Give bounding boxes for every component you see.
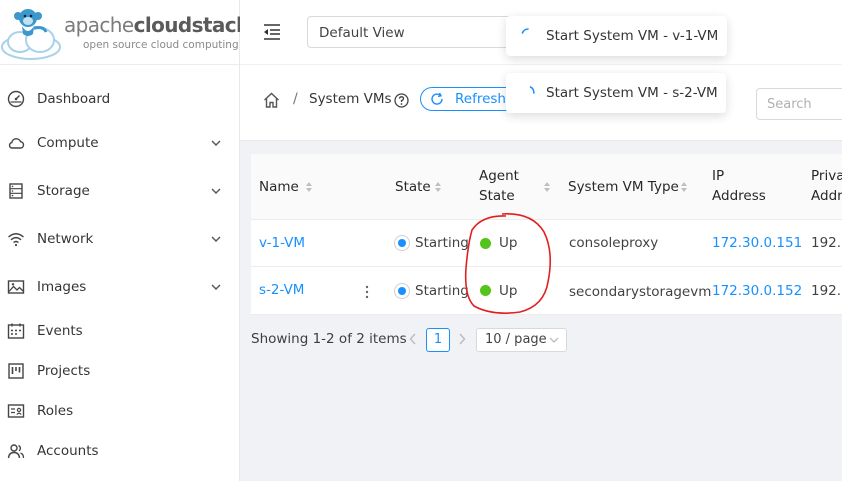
column-header-agent-state-line2: State xyxy=(479,188,515,204)
row-divider xyxy=(251,219,842,220)
ip-address-link[interactable]: 172.30.0.151 xyxy=(712,235,802,251)
sidebar-item-label: Network xyxy=(37,231,94,247)
project-icon xyxy=(8,363,24,379)
sidebar: apachecloudstack™ open source cloud comp… xyxy=(0,0,257,481)
sort-icon[interactable] xyxy=(434,181,442,193)
agent-state: Up xyxy=(499,283,518,299)
home-icon[interactable] xyxy=(263,92,280,109)
reload-icon xyxy=(431,92,443,105)
database-icon xyxy=(9,183,23,199)
column-header-ip-address[interactable]: IP Address xyxy=(712,166,766,206)
chevron-down-icon xyxy=(211,140,221,146)
next-page-icon[interactable] xyxy=(458,333,466,345)
pagination-summary: Showing 1-2 of 2 items xyxy=(251,331,407,347)
notification-toast[interactable]: Start System VM - s-2-VM xyxy=(506,73,726,113)
sort-icon[interactable] xyxy=(680,181,688,193)
chevron-down-icon xyxy=(211,284,221,290)
private-ip: 192.1 xyxy=(811,235,842,251)
row-divider xyxy=(251,266,842,267)
sidebar-item-label: Compute xyxy=(37,135,99,151)
vm-name-link[interactable]: s-2-VM xyxy=(259,282,304,298)
sidebar-item-compute[interactable]: Compute xyxy=(0,123,239,163)
loading-icon xyxy=(529,86,535,94)
column-header-ip-address-line1: IP xyxy=(712,168,725,184)
system-vm-type: secondarystoragevm xyxy=(569,284,712,300)
dashboard-icon xyxy=(7,90,25,108)
wifi-icon xyxy=(8,233,24,247)
column-header-agent-state[interactable]: Agent State xyxy=(479,166,519,206)
page-size-value: 10 / page xyxy=(485,332,547,347)
logo-wordmark: apachecloudstack™ xyxy=(64,13,257,37)
chevron-down-icon xyxy=(211,236,221,242)
sort-icon[interactable] xyxy=(543,181,551,193)
notification-text: Start System VM - s-2-VM xyxy=(546,85,718,101)
status-up-dot xyxy=(480,238,491,249)
page-number-current[interactable]: 1 xyxy=(426,328,450,352)
sidebar-item-label: Projects xyxy=(37,363,91,379)
schedule-icon xyxy=(7,323,25,339)
sidebar-item-label: Events xyxy=(37,323,83,339)
loading-icon xyxy=(521,28,529,34)
sidebar-item-label: Accounts xyxy=(37,443,99,459)
state-indicator xyxy=(394,283,410,299)
logo-tagline: open source cloud computing xyxy=(83,39,239,51)
chevron-down-icon xyxy=(549,337,559,343)
column-header-private-ip-line2: Addre xyxy=(811,188,842,204)
row-divider xyxy=(251,314,842,315)
picture-icon xyxy=(7,280,25,294)
vm-state: Starting xyxy=(415,283,469,299)
private-ip: 192.1 xyxy=(811,283,842,299)
system-vm-type: consoleproxy xyxy=(569,235,659,251)
question-circle-icon[interactable] xyxy=(394,93,409,108)
column-header-state[interactable]: State xyxy=(395,177,431,197)
sidebar-item-label: Images xyxy=(37,279,87,295)
sidebar-item-projects[interactable]: Projects xyxy=(0,351,239,391)
logo-wordmark-part1: apache xyxy=(64,13,134,37)
page-size-select[interactable]: 10 / page xyxy=(476,328,567,352)
sidebar-item-dashboard[interactable]: Dashboard xyxy=(0,79,239,119)
column-header-private-ip[interactable]: Privat Addre xyxy=(811,166,842,206)
ip-address-link[interactable]: 172.30.0.152 xyxy=(712,283,802,299)
logo-wordmark-part2: cloudstack xyxy=(133,13,250,37)
sidebar-item-images[interactable]: Images xyxy=(0,267,239,307)
agent-state: Up xyxy=(499,235,518,251)
sidebar-item-storage[interactable]: Storage xyxy=(0,171,239,211)
more-actions-icon[interactable] xyxy=(365,285,369,299)
notification-toast[interactable]: Start System VM - v-1-VM xyxy=(506,16,727,56)
search-input[interactable] xyxy=(756,88,842,120)
logo[interactable]: apachecloudstack™ open source cloud comp… xyxy=(0,0,257,64)
sidebar-item-label: Storage xyxy=(37,183,90,199)
column-header-private-ip-line1: Privat xyxy=(811,168,842,184)
breadcrumb-current: System VMs xyxy=(309,91,392,107)
column-header-ip-address-line2: Address xyxy=(712,188,766,204)
sidebar-item-events[interactable]: Events xyxy=(0,311,239,351)
project-view-select[interactable]: Default View xyxy=(307,16,517,48)
column-header-name[interactable]: Name xyxy=(259,177,299,197)
team-icon xyxy=(7,444,25,459)
logo-mascot-icon xyxy=(1,9,61,60)
state-indicator xyxy=(394,235,410,251)
breadcrumb-separator: / xyxy=(293,91,298,107)
chevron-down-icon xyxy=(211,188,221,194)
prev-page-icon[interactable] xyxy=(409,333,417,345)
vm-name-link[interactable]: v-1-VM xyxy=(259,235,305,251)
logo-divider xyxy=(0,64,239,65)
sidebar-item-network[interactable]: Network xyxy=(0,219,239,259)
menu-fold-icon[interactable] xyxy=(262,23,282,41)
notification-text: Start System VM - v-1-VM xyxy=(546,28,719,44)
system-vms-table: Name State Agent State System VM Type IP… xyxy=(251,154,842,315)
sidebar-item-roles[interactable]: Roles xyxy=(0,391,239,431)
status-up-dot xyxy=(480,285,491,296)
sort-icon[interactable] xyxy=(305,181,313,193)
sidebar-item-accounts[interactable]: Accounts xyxy=(0,431,239,471)
column-header-system-vm-type[interactable]: System VM Type xyxy=(568,177,679,197)
refresh-button[interactable]: Refresh xyxy=(420,87,518,111)
refresh-button-label: Refresh xyxy=(455,91,506,107)
sidebar-item-label: Roles xyxy=(37,403,74,419)
idcard-icon xyxy=(7,404,25,418)
column-header-agent-state-line1: Agent xyxy=(479,168,519,184)
vm-state: Starting xyxy=(415,235,469,251)
cloud-icon xyxy=(8,138,25,149)
sidebar-item-label: Dashboard xyxy=(37,91,111,107)
